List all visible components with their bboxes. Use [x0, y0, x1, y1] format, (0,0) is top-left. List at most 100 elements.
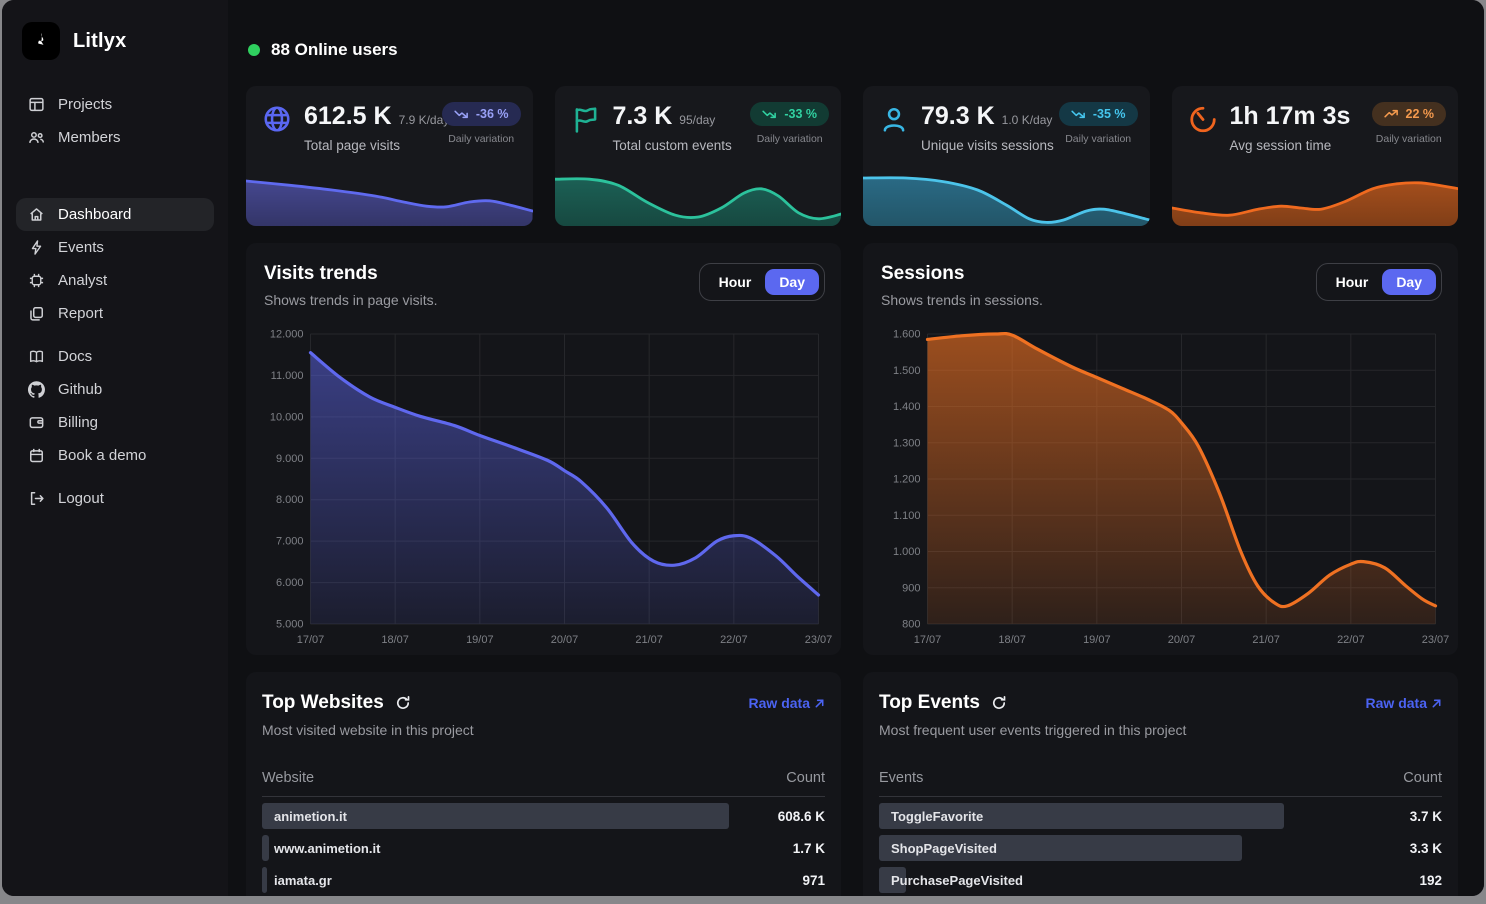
svg-text:19/07: 19/07 — [466, 634, 494, 646]
stat-label: Total page visits — [304, 138, 442, 153]
chart-title: Visits trends — [264, 263, 438, 285]
external-link-icon — [814, 698, 825, 709]
table-title: Top Events — [879, 692, 980, 714]
variation-badge: -35 % — [1059, 102, 1138, 126]
table-row[interactable]: www.animetion.it 1.7 K — [262, 835, 825, 861]
online-users-label: 88 Online users — [271, 40, 398, 60]
visits-trends-chart: 12.00011.00010.0009.0008.0007.0006.0005.… — [264, 324, 825, 650]
sidebar-item-members[interactable]: Members — [16, 121, 214, 154]
variation-badge: -36 % — [442, 102, 521, 126]
svg-text:17/07: 17/07 — [297, 634, 325, 646]
sidebar-item-dashboard[interactable]: Dashboard — [16, 198, 214, 231]
table-row[interactable]: PurchasePageVisited 192 — [879, 867, 1442, 893]
toggle-day-button[interactable]: Day — [765, 269, 819, 295]
svg-text:18/07: 18/07 — [998, 634, 1026, 646]
table-row[interactable]: ToggleFavorite 3.7 K — [879, 803, 1442, 829]
toggle-hour-button[interactable]: Hour — [705, 269, 766, 295]
refresh-icon[interactable] — [395, 695, 411, 711]
sidebar-item-docs[interactable]: Docs — [16, 340, 214, 373]
raw-data-link[interactable]: Raw data — [1366, 695, 1442, 711]
sidebar-item-projects[interactable]: Projects — [16, 88, 214, 121]
svg-text:900: 900 — [902, 582, 920, 594]
litlyx-logo-icon — [22, 22, 60, 60]
top-events-card: Top Events Raw data Most frequent user e… — [863, 672, 1458, 896]
raw-data-link[interactable]: Raw data — [749, 695, 825, 711]
column-header-right: Count — [786, 770, 825, 786]
column-header-left: Website — [262, 770, 314, 786]
stat-value: 7.3 K — [613, 102, 673, 131]
svg-text:7.000: 7.000 — [276, 536, 304, 548]
sidebar-item-report[interactable]: Report — [16, 297, 214, 330]
sidebar-item-label: Projects — [58, 96, 112, 113]
sidebar: Litlyx Projects Members Dashboar — [2, 0, 228, 896]
column-header-left: Events — [879, 770, 923, 786]
hour-day-toggle: Hour Day — [699, 263, 825, 301]
sidebar-item-logout[interactable]: Logout — [16, 482, 214, 515]
svg-text:9.000: 9.000 — [276, 453, 304, 465]
sidebar-item-book-a-demo[interactable]: Book a demo — [16, 439, 214, 472]
sidebar-item-github[interactable]: Github — [16, 373, 214, 406]
stat-card-custom-events: 7.3 K 95/day Total custom events -33 % D… — [555, 86, 842, 226]
top-websites-card: Top Websites Raw data Most visited websi… — [246, 672, 841, 896]
refresh-icon[interactable] — [991, 695, 1007, 711]
home-icon — [28, 206, 45, 223]
svg-text:1.300: 1.300 — [893, 437, 921, 449]
copy-icon — [28, 305, 45, 322]
visits-trends-card: Visits trends Shows trends in page visit… — [246, 243, 841, 655]
charts-row: Visits trends Shows trends in page visit… — [246, 243, 1458, 655]
svg-text:11.000: 11.000 — [271, 370, 304, 382]
sidebar-item-label: Report — [58, 305, 103, 322]
svg-text:5.000: 5.000 — [276, 619, 304, 631]
svg-text:12.000: 12.000 — [270, 329, 304, 341]
sidebar-item-label: Github — [58, 381, 102, 398]
sessions-chart: 1.6001.5001.4001.3001.2001.1001.00090080… — [881, 324, 1442, 650]
zap-icon — [28, 239, 45, 256]
svg-text:1.200: 1.200 — [893, 474, 921, 486]
chart-title: Sessions — [881, 263, 1043, 285]
stat-card-session-time: 1h 17m 3s Avg session time 22 % Daily va… — [1172, 86, 1459, 226]
sidebar-item-label: Billing — [58, 414, 98, 431]
sidebar-item-billing[interactable]: Billing — [16, 406, 214, 439]
table-row[interactable]: iamata.gr 971 — [262, 867, 825, 893]
online-status-dot — [248, 44, 260, 56]
toggle-day-button[interactable]: Day — [1382, 269, 1436, 295]
svg-text:1.100: 1.100 — [893, 510, 921, 522]
svg-text:20/07: 20/07 — [551, 634, 579, 646]
trend-down-icon — [762, 109, 777, 119]
table-subtitle: Most visited website in this project — [262, 722, 825, 738]
svg-text:1.600: 1.600 — [893, 329, 921, 341]
credit-card-icon — [28, 414, 45, 431]
main-content: 88 Online users 612.5 K 7.9 K/day Total … — [228, 0, 1484, 896]
online-users: 88 Online users — [248, 40, 1458, 60]
svg-text:1.500: 1.500 — [893, 365, 921, 377]
sidebar-group-secondary: Docs Github Billing Book a demo — [16, 340, 214, 472]
table-row[interactable]: animetion.it 608.6 K — [262, 803, 825, 829]
svg-text:23/07: 23/07 — [1422, 634, 1450, 646]
stat-cards-row: 612.5 K 7.9 K/day Total page visits -36 … — [246, 86, 1458, 226]
external-link-icon — [1431, 698, 1442, 709]
chart-subtitle: Shows trends in page visits. — [264, 292, 438, 308]
tables-row: Top Websites Raw data Most visited websi… — [246, 672, 1458, 896]
flag-icon — [571, 104, 601, 134]
timer-icon — [1188, 104, 1218, 134]
row-bar — [262, 867, 267, 893]
unique-sessions-sparkline — [863, 166, 1150, 226]
stat-value: 1h 17m 3s — [1230, 102, 1351, 131]
sidebar-item-label: Analyst — [58, 272, 107, 289]
app-window: Litlyx Projects Members Dashboar — [2, 0, 1484, 896]
sidebar-item-events[interactable]: Events — [16, 231, 214, 264]
svg-text:19/07: 19/07 — [1083, 634, 1111, 646]
stat-value: 79.3 K — [921, 102, 995, 131]
sidebar-group-main: Dashboard Events Analyst Report — [16, 198, 214, 330]
stat-value: 612.5 K — [304, 102, 392, 131]
variation-badge: -33 % — [750, 102, 829, 126]
stat-rate: 95/day — [679, 113, 715, 127]
table-subtitle: Most frequent user events triggered in t… — [879, 722, 1442, 738]
toggle-hour-button[interactable]: Hour — [1322, 269, 1383, 295]
svg-text:22/07: 22/07 — [1337, 634, 1365, 646]
svg-text:1.400: 1.400 — [893, 401, 921, 413]
sidebar-item-analyst[interactable]: Analyst — [16, 264, 214, 297]
table-row[interactable]: ShopPageVisited 3.3 K — [879, 835, 1442, 861]
sidebar-item-label: Book a demo — [58, 447, 146, 464]
users-icon — [28, 129, 45, 146]
